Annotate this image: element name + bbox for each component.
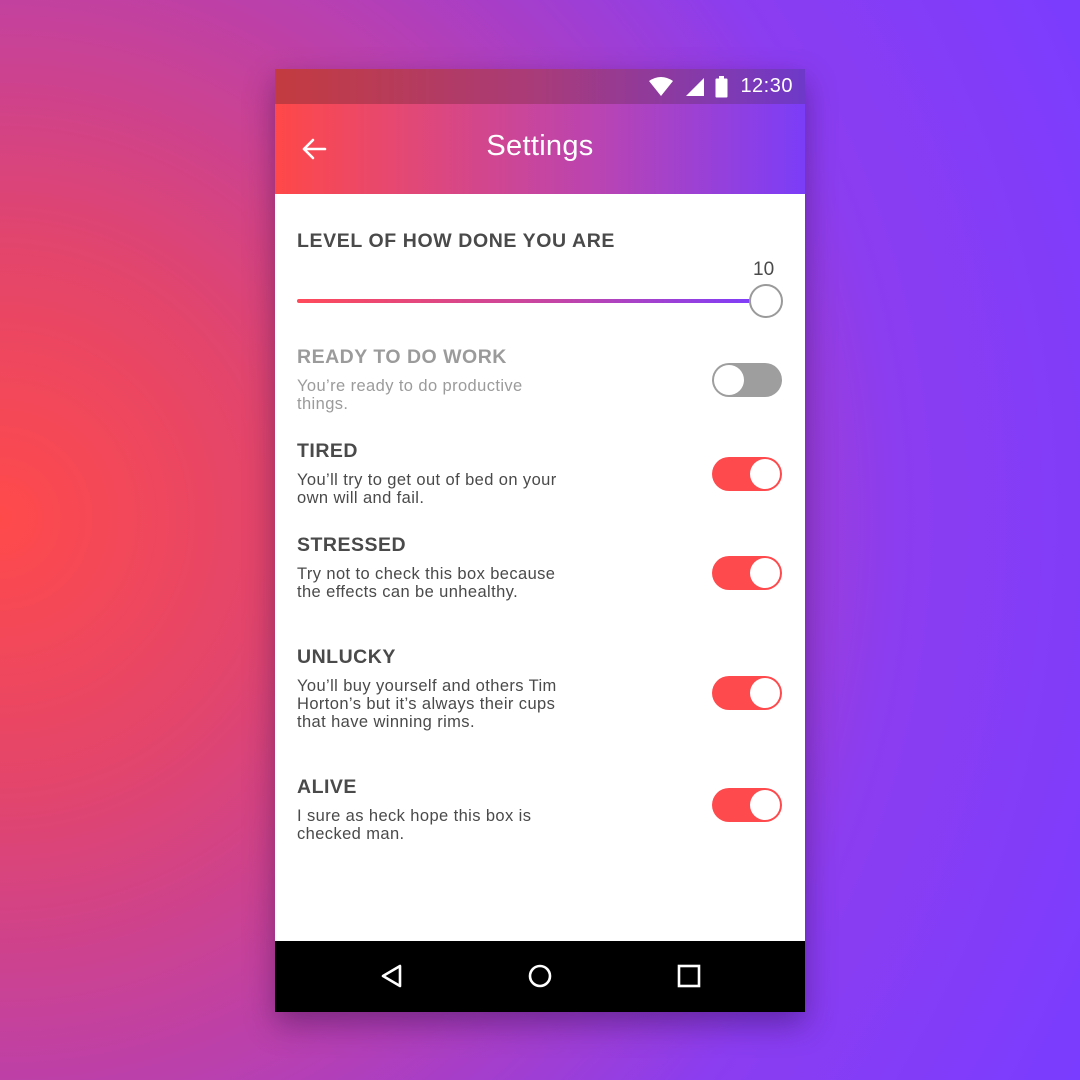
setting-ready-to-do-work: READY TO DO WORK You’re ready to do prod… [297,346,783,413]
signal-icon [684,77,705,97]
page-title: Settings [486,130,594,162]
toggle-alive[interactable] [712,788,782,822]
status-icons: 12:30 [648,69,793,104]
arrow-back-icon [302,138,327,160]
nav-back-icon [381,964,402,988]
setting-title: ALIVE [297,776,357,798]
slider-value: 10 [753,259,775,280]
toggle-knob [750,459,780,489]
nav-back-button[interactable] [374,958,410,994]
navigation-bar [275,941,805,1012]
setting-tired: TIRED You’ll try to get out of bed on yo… [297,440,783,507]
toggle-ready-to-do-work[interactable] [712,363,782,397]
app-bar: Settings [275,104,805,194]
toggle-knob [714,365,744,395]
setting-description: Try not to check this box because the ef… [297,565,556,601]
toggle-tired[interactable] [712,457,782,491]
setting-title: TIRED [297,440,358,462]
setting-unlucky: UNLUCKY You’ll buy yourself and others T… [297,646,783,731]
battery-icon [715,75,728,98]
done-level-slider[interactable] [297,284,785,318]
setting-stressed: STRESSED Try not to check this box becau… [297,534,783,601]
setting-title: STRESSED [297,534,407,556]
wifi-icon [648,76,674,97]
setting-alive: ALIVE I sure as heck hope this box is ch… [297,776,783,843]
nav-recents-icon [677,964,701,988]
status-time: 12:30 [740,75,793,97]
toggle-stressed[interactable] [712,556,782,590]
slider-thumb[interactable] [749,284,783,318]
toggle-knob [750,790,780,820]
setting-description: I sure as heck hope this box is checked … [297,807,532,843]
background: 12:30 Settings LEVEL OF HOW DONE YOU ARE… [0,0,1080,1080]
settings-list: LEVEL OF HOW DONE YOU ARE 10 READY TO DO… [275,194,805,941]
toggle-knob [750,678,780,708]
status-bar: 12:30 [275,69,805,104]
setting-title: READY TO DO WORK [297,346,507,368]
setting-description: You’re ready to do productive things. [297,377,523,413]
setting-description: You’ll buy yourself and others Tim Horto… [297,677,557,731]
slider-title: LEVEL OF HOW DONE YOU ARE [297,230,616,252]
toggle-unlucky[interactable] [712,676,782,710]
nav-home-button[interactable] [522,958,558,994]
back-button[interactable] [293,128,335,170]
nav-recents-button[interactable] [671,958,707,994]
toggle-knob [750,558,780,588]
phone-screen: 12:30 Settings LEVEL OF HOW DONE YOU ARE… [275,69,805,1012]
nav-home-icon [528,964,552,988]
setting-description: You’ll try to get out of bed on your own… [297,471,557,507]
setting-title: UNLUCKY [297,646,396,668]
slider-track [297,299,767,303]
